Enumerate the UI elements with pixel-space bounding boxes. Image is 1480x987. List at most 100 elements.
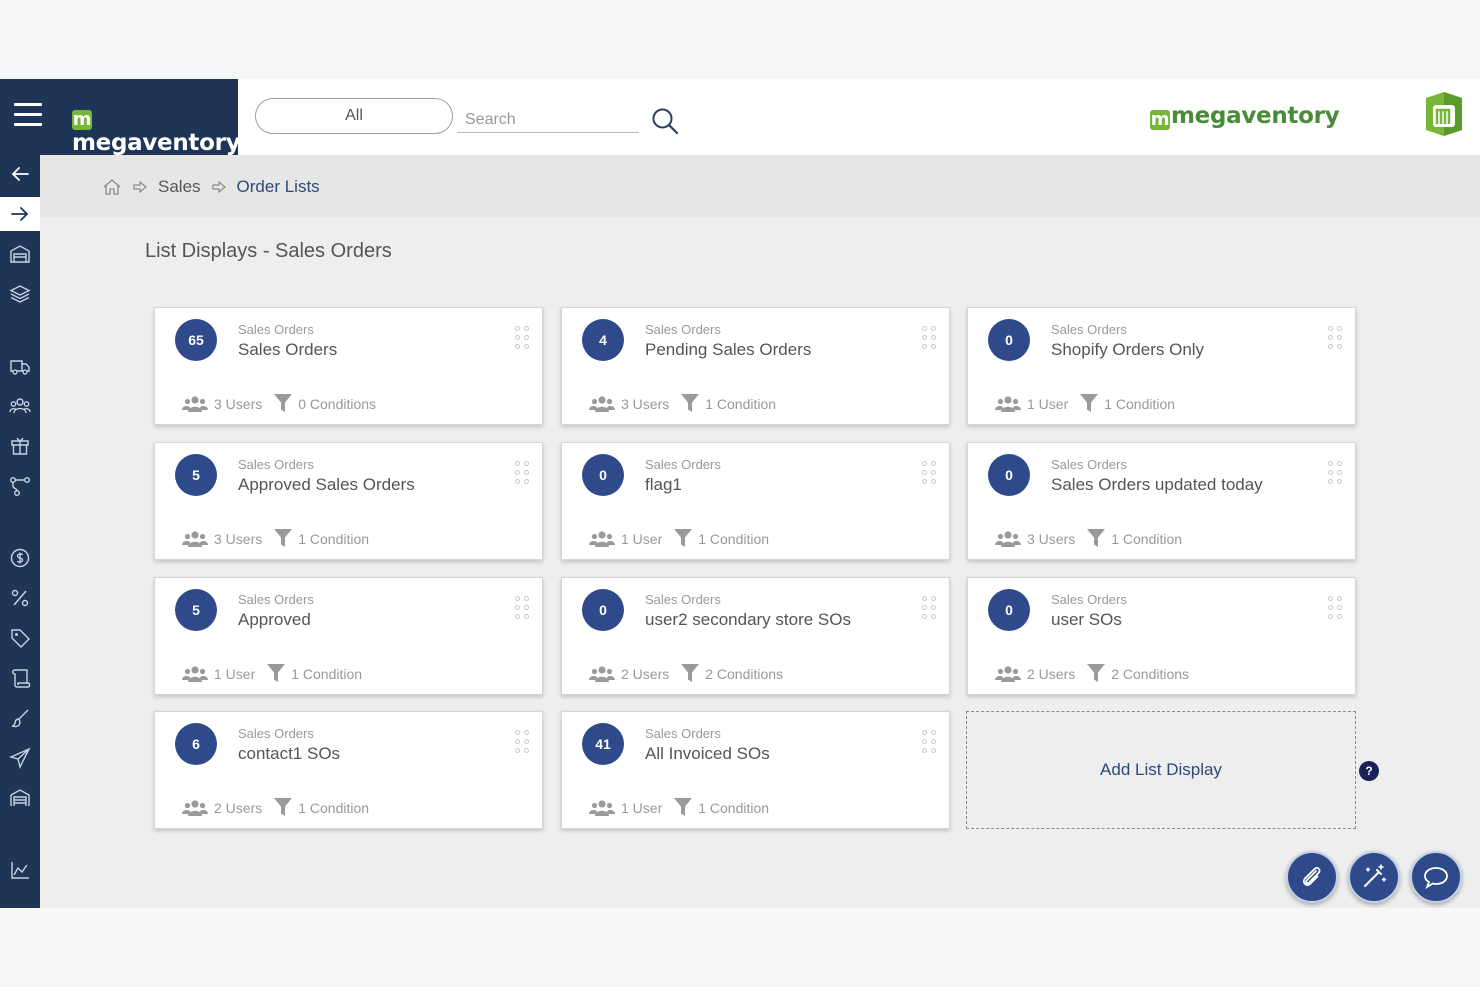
drag-handle-icon[interactable] <box>922 461 938 489</box>
list-display-card[interactable]: 0 Sales Orders user2 secondary store SOs 2 … <box>561 577 950 695</box>
conditions-count: 1 Condition <box>698 530 770 547</box>
tag-icon[interactable] <box>0 621 40 655</box>
layers-icon[interactable] <box>0 277 40 311</box>
conditions-group: 1 Condition <box>674 529 769 548</box>
brush-icon[interactable] <box>0 701 40 735</box>
list-display-card[interactable]: 0 Sales Orders flag1 1 User 1 Condition <box>561 442 950 560</box>
order-count-badge: 5 <box>175 589 217 631</box>
list-display-card[interactable]: 4 Sales Orders Pending Sales Orders 3 Users… <box>561 307 950 425</box>
home-icon[interactable] <box>102 177 122 197</box>
search-input[interactable] <box>457 107 639 133</box>
drag-handle-icon[interactable] <box>515 326 531 354</box>
users-icon <box>589 395 615 413</box>
filter-funnel-icon <box>1087 529 1106 548</box>
list-display-card[interactable]: 0 Sales Orders Sales Orders updated today 3… <box>967 442 1356 560</box>
forward-arrow-icon[interactable] <box>0 197 40 231</box>
order-count-badge: 0 <box>988 589 1030 631</box>
users-icon <box>589 665 615 683</box>
card-title: Shopify Orders Only <box>1051 340 1205 359</box>
users-count: 1 User <box>621 799 663 816</box>
conditions-count: 0 Conditions <box>298 395 377 412</box>
add-list-display-button[interactable]: Add List Display <box>966 711 1356 829</box>
card-type-label: Sales Orders <box>238 726 314 741</box>
card-footer: 3 Users 0 Conditions <box>182 394 376 413</box>
list-display-card[interactable]: 41 Sales Orders All Invoiced SOs 1 User 1 Co… <box>561 711 950 829</box>
breadcrumb: Sales Order Lists <box>102 177 320 197</box>
back-arrow-icon[interactable] <box>0 157 40 191</box>
breadcrumb-order-lists[interactable]: Order Lists <box>237 177 320 197</box>
send-icon[interactable] <box>0 741 40 775</box>
order-count-badge: 6 <box>175 723 217 765</box>
drag-handle-icon[interactable] <box>1328 461 1344 489</box>
list-display-card[interactable]: 0 Sales Orders user SOs 2 Users 2 Conditions <box>967 577 1356 695</box>
users-icon <box>995 530 1021 548</box>
brand-logo[interactable]: mmegaventory <box>72 103 241 156</box>
drag-handle-icon[interactable] <box>515 730 531 758</box>
help-icon[interactable]: ? <box>1359 761 1379 781</box>
box-icon[interactable] <box>0 429 40 463</box>
card-type-label: Sales Orders <box>645 322 721 337</box>
garage-icon[interactable] <box>0 781 40 815</box>
order-count-badge: 0 <box>582 454 624 496</box>
users-icon <box>995 665 1021 683</box>
conditions-count: 1 Condition <box>298 799 370 816</box>
users-count: 2 Users <box>214 799 263 816</box>
drag-handle-icon[interactable] <box>922 730 938 758</box>
customers-icon[interactable] <box>0 389 40 423</box>
users-count: 1 User <box>214 665 256 682</box>
list-display-card[interactable]: 0 Sales Orders Shopify Orders Only 1 User 1 … <box>967 307 1356 425</box>
card-title: Sales Orders updated today <box>1051 475 1263 494</box>
drag-handle-icon[interactable] <box>922 326 938 354</box>
chart-icon[interactable] <box>0 853 40 887</box>
order-count-badge: 41 <box>582 723 624 765</box>
conditions-group: 0 Conditions <box>274 394 376 413</box>
card-title: flag1 <box>645 475 682 494</box>
filter-funnel-icon <box>674 798 693 817</box>
card-title: Sales Orders <box>238 340 338 359</box>
chat-icon[interactable] <box>1410 851 1462 903</box>
order-count-badge: 4 <box>582 319 624 361</box>
drag-handle-icon[interactable] <box>1328 326 1344 354</box>
app-switcher-icon[interactable] <box>1420 88 1468 138</box>
search-scope-select[interactable]: All <box>255 98 453 134</box>
users-count: 3 Users <box>214 395 263 412</box>
drag-handle-icon[interactable] <box>515 461 531 489</box>
card-type-label: Sales Orders <box>238 322 314 337</box>
warehouse-icon[interactable] <box>0 237 40 271</box>
paperclip-icon[interactable] <box>1286 851 1338 903</box>
filter-funnel-icon <box>674 529 693 548</box>
list-display-card[interactable]: 5 Sales Orders Approved 1 User 1 Condition <box>154 577 543 695</box>
list-display-card[interactable]: 6 Sales Orders contact1 SOs 2 Users 1 Condit… <box>154 711 543 829</box>
scroll-icon[interactable] <box>0 661 40 695</box>
conditions-count: 1 Condition <box>291 665 363 682</box>
brand-block: mmegaventory <box>0 79 241 156</box>
list-display-card[interactable]: 65 Sales Orders Sales Orders 3 Users 0 Condi… <box>154 307 543 425</box>
card-footer: 1 User 1 Condition <box>589 529 769 548</box>
workflow-icon[interactable] <box>0 469 40 503</box>
conditions-group: 1 Condition <box>674 798 769 817</box>
users-count: 1 User <box>621 530 663 547</box>
card-footer: 1 User 1 Condition <box>589 798 769 817</box>
dollar-icon[interactable] <box>0 541 40 575</box>
users-count: 2 Users <box>1027 665 1076 682</box>
search-icon[interactable] <box>650 106 680 136</box>
list-display-card[interactable]: 5 Sales Orders Approved Sales Orders 3 User… <box>154 442 543 560</box>
users-icon <box>182 799 208 817</box>
order-count-badge: 65 <box>175 319 217 361</box>
drag-handle-icon[interactable] <box>922 596 938 624</box>
magic-wand-icon[interactable] <box>1348 851 1400 903</box>
card-footer: 2 Users 2 Conditions <box>995 664 1189 683</box>
card-footer: 3 Users 1 Condition <box>182 529 369 548</box>
card-footer: 3 Users 1 Condition <box>589 394 776 413</box>
percent-icon[interactable] <box>0 581 40 615</box>
filter-funnel-icon <box>267 664 286 683</box>
breadcrumb-separator-icon <box>211 180 226 194</box>
hamburger-menu-icon[interactable] <box>14 103 42 129</box>
truck-icon[interactable] <box>0 349 40 383</box>
breadcrumb-sales[interactable]: Sales <box>158 177 201 197</box>
order-count-badge: 0 <box>988 319 1030 361</box>
drag-handle-icon[interactable] <box>1328 596 1344 624</box>
conditions-group: 2 Conditions <box>681 664 783 683</box>
drag-handle-icon[interactable] <box>515 596 531 624</box>
filter-funnel-icon <box>1080 394 1099 413</box>
